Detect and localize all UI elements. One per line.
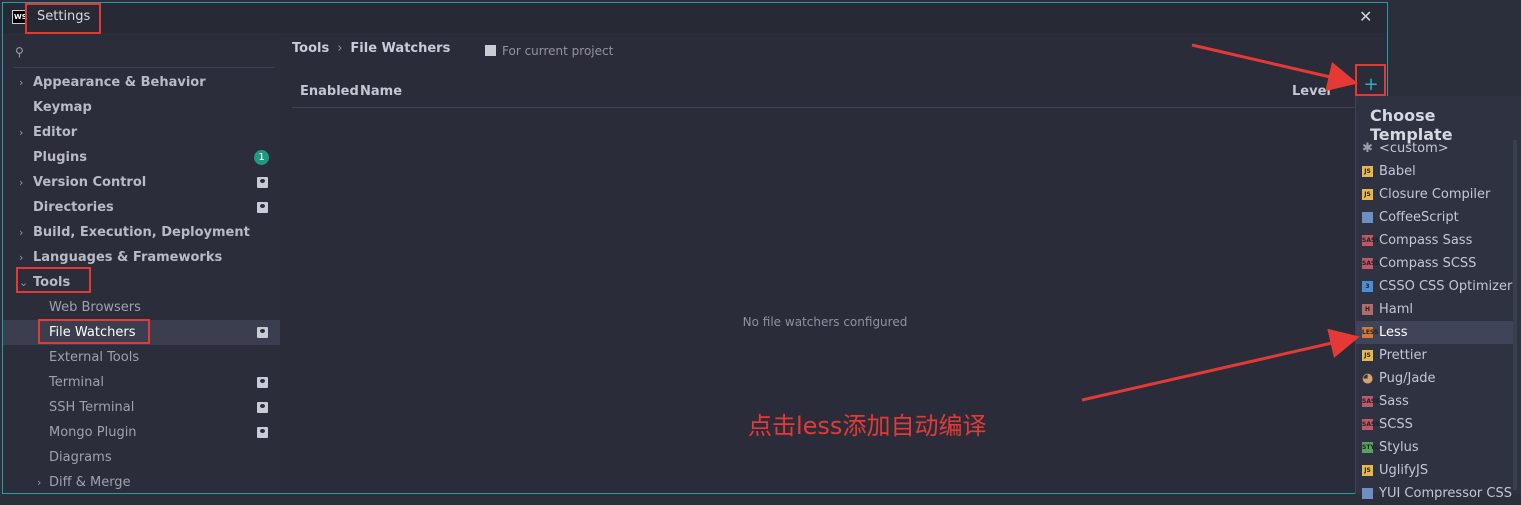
arrow-to-less (1081, 328, 1360, 402)
annotation-text: 点击less添加自动编译 (748, 412, 987, 440)
arrow-to-add-button (1191, 43, 1358, 92)
